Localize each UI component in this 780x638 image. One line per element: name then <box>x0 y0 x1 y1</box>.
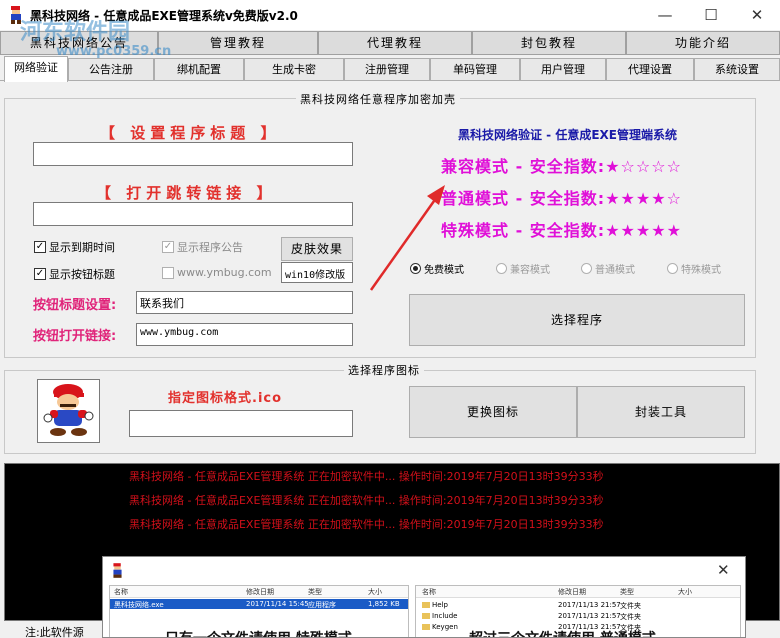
folder-icon <box>422 624 430 630</box>
jump-link-heading: 【 打开跳转链接 】 <box>96 184 277 202</box>
folder-icon <box>422 602 430 608</box>
tab-notice-register[interactable]: 公告注册 <box>68 58 154 81</box>
rating-stars: ★★★★★ <box>605 221 682 240</box>
button-title-label: 按钮标题设置: <box>33 298 117 313</box>
status-note: 注:此软件源 <box>25 626 84 638</box>
close-button[interactable]: ✕ <box>734 0 780 30</box>
show-notice-label: 显示程序公告 <box>177 241 243 254</box>
select-program-button[interactable]: 选择程序 <box>409 294 745 346</box>
skin-value-field[interactable]: win10修改版 <box>281 262 353 283</box>
brand-line: 黑科技网络验证 - 任意成EXE管理端系统 <box>458 128 677 142</box>
show-expiry-label: 显示到期时间 <box>49 241 115 254</box>
checkbox-checked-icon: ✓ <box>34 241 46 253</box>
minimize-button[interactable]: — <box>642 0 688 30</box>
checkbox-empty-icon <box>162 266 174 279</box>
radio-empty-icon <box>667 263 678 274</box>
button-link-input[interactable]: www.ymbug.com <box>136 323 353 346</box>
icon-path-input[interactable] <box>129 410 353 437</box>
tab-packet-tutorial[interactable]: 封包教程 <box>472 31 626 55</box>
mode-normal: 普通模式 - 安全指数:★★★★☆ <box>441 189 682 208</box>
rating-stars: ★☆☆☆☆ <box>605 157 682 176</box>
caption-normal-mode: 超过三个文件请使用 普通模式 <box>469 628 656 637</box>
show-button-title-checkbox[interactable]: ✓ 显示按钮标题 <box>34 266 115 282</box>
tab-feature-intro[interactable]: 功能介绍 <box>626 31 780 55</box>
radio-special-mode[interactable]: 特殊模式 <box>667 261 721 276</box>
checkbox-checked-icon: ✓ <box>162 241 174 253</box>
tab-network-verify[interactable]: 网络验证 <box>4 56 68 82</box>
log-line: 黑科技网络 - 任意成品EXE管理系统 正在加密软件中... 操作时间:2019… <box>129 518 604 531</box>
button-title-input[interactable]: 联系我们 <box>136 291 353 314</box>
pane-header: 名称 修改日期 类型 大小 <box>416 586 740 598</box>
radio-empty-icon <box>496 263 507 274</box>
radio-selected-icon <box>410 263 421 274</box>
tab-single-code[interactable]: 单码管理 <box>430 58 520 81</box>
mario-app-icon <box>113 563 122 578</box>
skin-effect-button[interactable]: 皮肤效果 <box>281 237 353 261</box>
show-notice-checkbox[interactable]: ✓ 显示程序公告 <box>162 239 243 255</box>
mode-compat: 兼容模式 - 安全指数:★☆☆☆☆ <box>441 157 682 176</box>
tab-manage-tutorial[interactable]: 管理教程 <box>158 31 318 55</box>
mario-icon <box>43 384 94 436</box>
radio-normal-mode[interactable]: 普通模式 <box>581 261 635 276</box>
folder-row[interactable]: Include 2017/11/13 21:57 文件夹 <box>416 611 740 621</box>
program-title-input[interactable] <box>33 142 353 166</box>
radio-compat-mode[interactable]: 兼容模式 <box>496 261 550 276</box>
tab-agent-tutorial[interactable]: 代理教程 <box>318 31 472 55</box>
maximize-button[interactable]: ☐ <box>688 0 734 30</box>
change-icon-button[interactable]: 更换图标 <box>409 386 577 438</box>
mode-special: 特殊模式 - 安全指数:★★★★★ <box>441 221 682 240</box>
tab-user-manage[interactable]: 用户管理 <box>520 58 606 81</box>
tab-system-settings[interactable]: 系统设置 <box>694 58 780 81</box>
pack-tool-button[interactable]: 封装工具 <box>577 386 745 438</box>
program-icon-preview <box>37 379 100 443</box>
overlay-close-icon[interactable]: ✕ <box>717 561 730 579</box>
show-expiry-checkbox[interactable]: ✓ 显示到期时间 <box>34 239 115 255</box>
sub-tab-bar: 网络验证 公告注册 绑机配置 生成卡密 注册管理 单码管理 用户管理 代理设置 … <box>0 56 780 82</box>
log-line: 黑科技网络 - 任意成品EXE管理系统 正在加密软件中... 操作时间:2019… <box>129 494 604 507</box>
website-checkbox[interactable]: www.ymbug.com <box>162 266 272 279</box>
caption-special-mode: 只有一个文件请使用 特殊模式 <box>165 628 352 637</box>
encrypt-group-title: 黑科技网络任意程序加密加壳 <box>296 91 460 107</box>
show-button-title-label: 显示按钮标题 <box>49 268 115 281</box>
log-line: 黑科技网络 - 任意成品EXE管理系统 正在加密软件中... 操作时间:2019… <box>129 470 604 483</box>
tab-bind-config[interactable]: 绑机配置 <box>154 58 244 81</box>
jump-link-input[interactable] <box>33 202 353 226</box>
folder-row[interactable]: Help 2017/11/13 21:57 文件夹 <box>416 600 740 610</box>
icon-group-title: 选择程序图标 <box>344 362 424 378</box>
checkbox-checked-icon: ✓ <box>34 268 46 280</box>
tab-register-manage[interactable]: 注册管理 <box>344 58 430 81</box>
tutorial-overlay: ✕ 名称 修改日期 类型 大小 黑科技网络.exe 2017/11/14 15:… <box>102 556 746 638</box>
folder-icon <box>422 613 430 619</box>
pane-header: 名称 修改日期 类型 大小 <box>110 586 408 598</box>
tab-gen-card[interactable]: 生成卡密 <box>244 58 344 81</box>
icon-format-hint: 指定图标格式.ico <box>168 391 283 406</box>
program-title-heading: 【 设置程序标题 】 <box>100 124 281 142</box>
tab-agent-settings[interactable]: 代理设置 <box>606 58 694 81</box>
file-row[interactable]: 黑科技网络.exe 2017/11/14 15:45 应用程序 1,852 KB <box>110 599 408 609</box>
website-label: www.ymbug.com <box>177 266 272 279</box>
button-link-label: 按钮打开链接: <box>33 329 117 344</box>
watermark-logo-text: 河东软件园 <box>20 20 131 45</box>
radio-free-mode[interactable]: 免费模式 <box>410 261 464 276</box>
rating-stars: ★★★★☆ <box>605 189 682 208</box>
annotation-arrow-icon <box>369 185 445 291</box>
radio-empty-icon <box>581 263 592 274</box>
app-window: 黑科技网络 - 任意成品EXE管理系统v免费版v2.0 — ☐ ✕ 黑科技网络公… <box>0 0 780 638</box>
